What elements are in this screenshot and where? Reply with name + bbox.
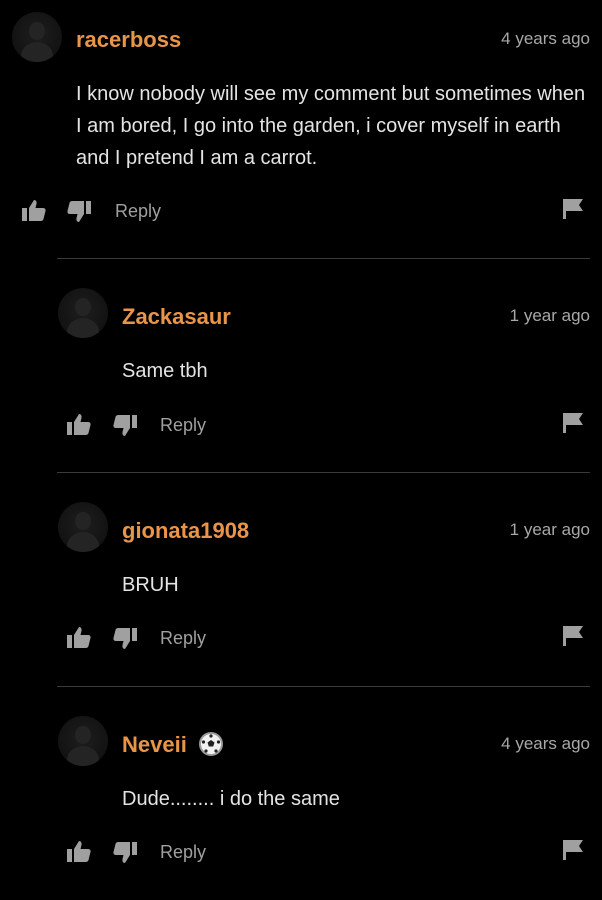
thumbs-down-icon[interactable] bbox=[111, 624, 139, 652]
reply-button[interactable]: Reply bbox=[115, 201, 161, 222]
flag-icon[interactable] bbox=[561, 197, 585, 221]
avatar[interactable] bbox=[58, 288, 108, 338]
thumbs-down-icon[interactable] bbox=[65, 197, 93, 225]
comment-username[interactable]: racerboss bbox=[76, 27, 181, 53]
thumbs-up-icon[interactable] bbox=[65, 838, 93, 866]
thumbs-up-icon[interactable] bbox=[65, 411, 93, 439]
flag-icon[interactable] bbox=[561, 624, 585, 648]
reply-button[interactable]: Reply bbox=[160, 628, 206, 649]
comment-timestamp: 4 years ago bbox=[501, 29, 590, 48]
comment-username[interactable]: Neveii bbox=[122, 732, 187, 758]
comment-text: Dude........ i do the same bbox=[122, 788, 340, 810]
comment-racerboss: racerboss 4 years ago I know nobody will… bbox=[0, 0, 602, 258]
reply-button[interactable]: Reply bbox=[160, 415, 206, 436]
reply-button[interactable]: Reply bbox=[160, 842, 206, 863]
flag-icon[interactable] bbox=[561, 411, 585, 435]
comment-timestamp: 1 year ago bbox=[509, 520, 590, 539]
thumbs-down-icon[interactable] bbox=[111, 411, 139, 439]
thumbs-down-icon[interactable] bbox=[111, 838, 139, 866]
avatar[interactable] bbox=[58, 502, 108, 552]
thumbs-up-icon[interactable] bbox=[65, 624, 93, 652]
soccer-ball-icon bbox=[199, 732, 223, 756]
comment-text: I know nobody will see my comment but so… bbox=[76, 83, 586, 169]
comment-text: Same tbh bbox=[122, 360, 208, 382]
comment-username[interactable]: gionata1908 bbox=[122, 518, 249, 544]
avatar[interactable] bbox=[12, 12, 62, 62]
avatar[interactable] bbox=[58, 716, 108, 766]
flag-icon[interactable] bbox=[561, 838, 585, 862]
comment-neveii: Neveii 4 years ago Dude........ i do the… bbox=[0, 687, 602, 900]
comment-zackasaur: Zackasaur 1 year ago Same tbh Reply bbox=[0, 259, 602, 472]
comment-text: BRUH bbox=[122, 574, 179, 596]
comment-timestamp: 4 years ago bbox=[501, 734, 590, 753]
comment-timestamp: 1 year ago bbox=[509, 306, 590, 325]
comment-username[interactable]: Zackasaur bbox=[122, 304, 231, 330]
comment-gionata1908: gionata1908 1 year ago BRUH Reply bbox=[0, 473, 602, 686]
thumbs-up-icon[interactable] bbox=[20, 197, 48, 225]
